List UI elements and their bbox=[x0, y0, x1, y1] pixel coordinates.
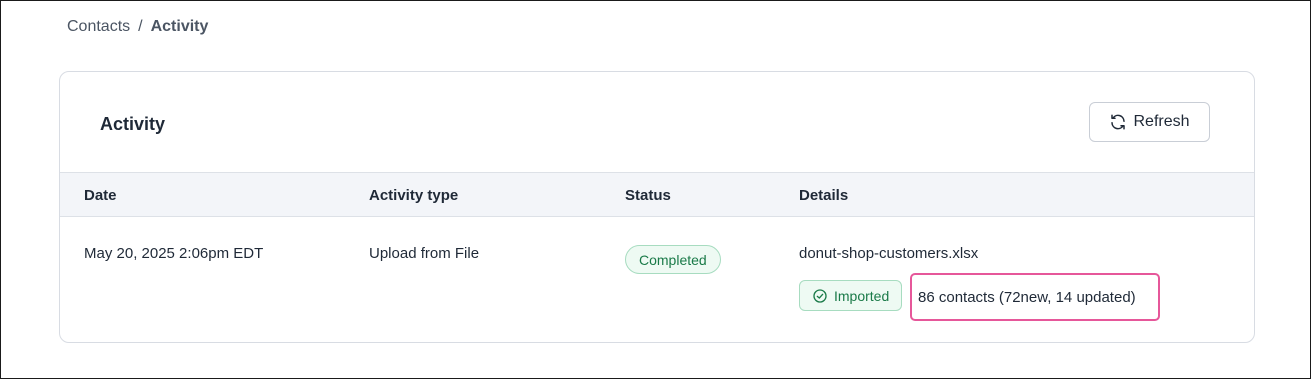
breadcrumb-current: Activity bbox=[150, 18, 209, 35]
imported-badge-label: Imported bbox=[834, 287, 890, 304]
row-activity-type: Upload from File bbox=[369, 245, 480, 262]
column-header-activity-type: Activity type bbox=[369, 187, 459, 204]
refresh-button-label: Refresh bbox=[1133, 113, 1190, 130]
contacts-summary-highlight: 86 contacts (72new, 14 updated) bbox=[910, 273, 1160, 321]
row-date: May 20, 2025 2:06pm EDT bbox=[84, 245, 264, 262]
column-header-details: Details bbox=[799, 187, 849, 204]
activity-card: Activity Refresh Date Activity type Stat… bbox=[59, 71, 1255, 343]
table-header: Date Activity type Status Details bbox=[60, 172, 1254, 217]
imported-badge: Imported bbox=[799, 280, 903, 311]
breadcrumb-separator: / bbox=[138, 18, 143, 35]
column-header-date: Date bbox=[84, 187, 117, 204]
breadcrumb-contacts-link[interactable]: Contacts bbox=[67, 18, 130, 36]
breadcrumb: Contacts / Activity bbox=[67, 18, 208, 36]
refresh-button[interactable]: Refresh bbox=[1089, 102, 1210, 142]
refresh-icon bbox=[1111, 114, 1126, 130]
check-circle-icon bbox=[813, 288, 827, 303]
contacts-summary: 86 contacts (72new, 14 updated) bbox=[918, 288, 1136, 306]
row-file-name: donut-shop-customers.xlsx bbox=[799, 245, 979, 262]
card-title: Activity bbox=[100, 114, 166, 134]
column-header-status: Status bbox=[625, 187, 671, 204]
status-badge: Completed bbox=[625, 245, 721, 274]
